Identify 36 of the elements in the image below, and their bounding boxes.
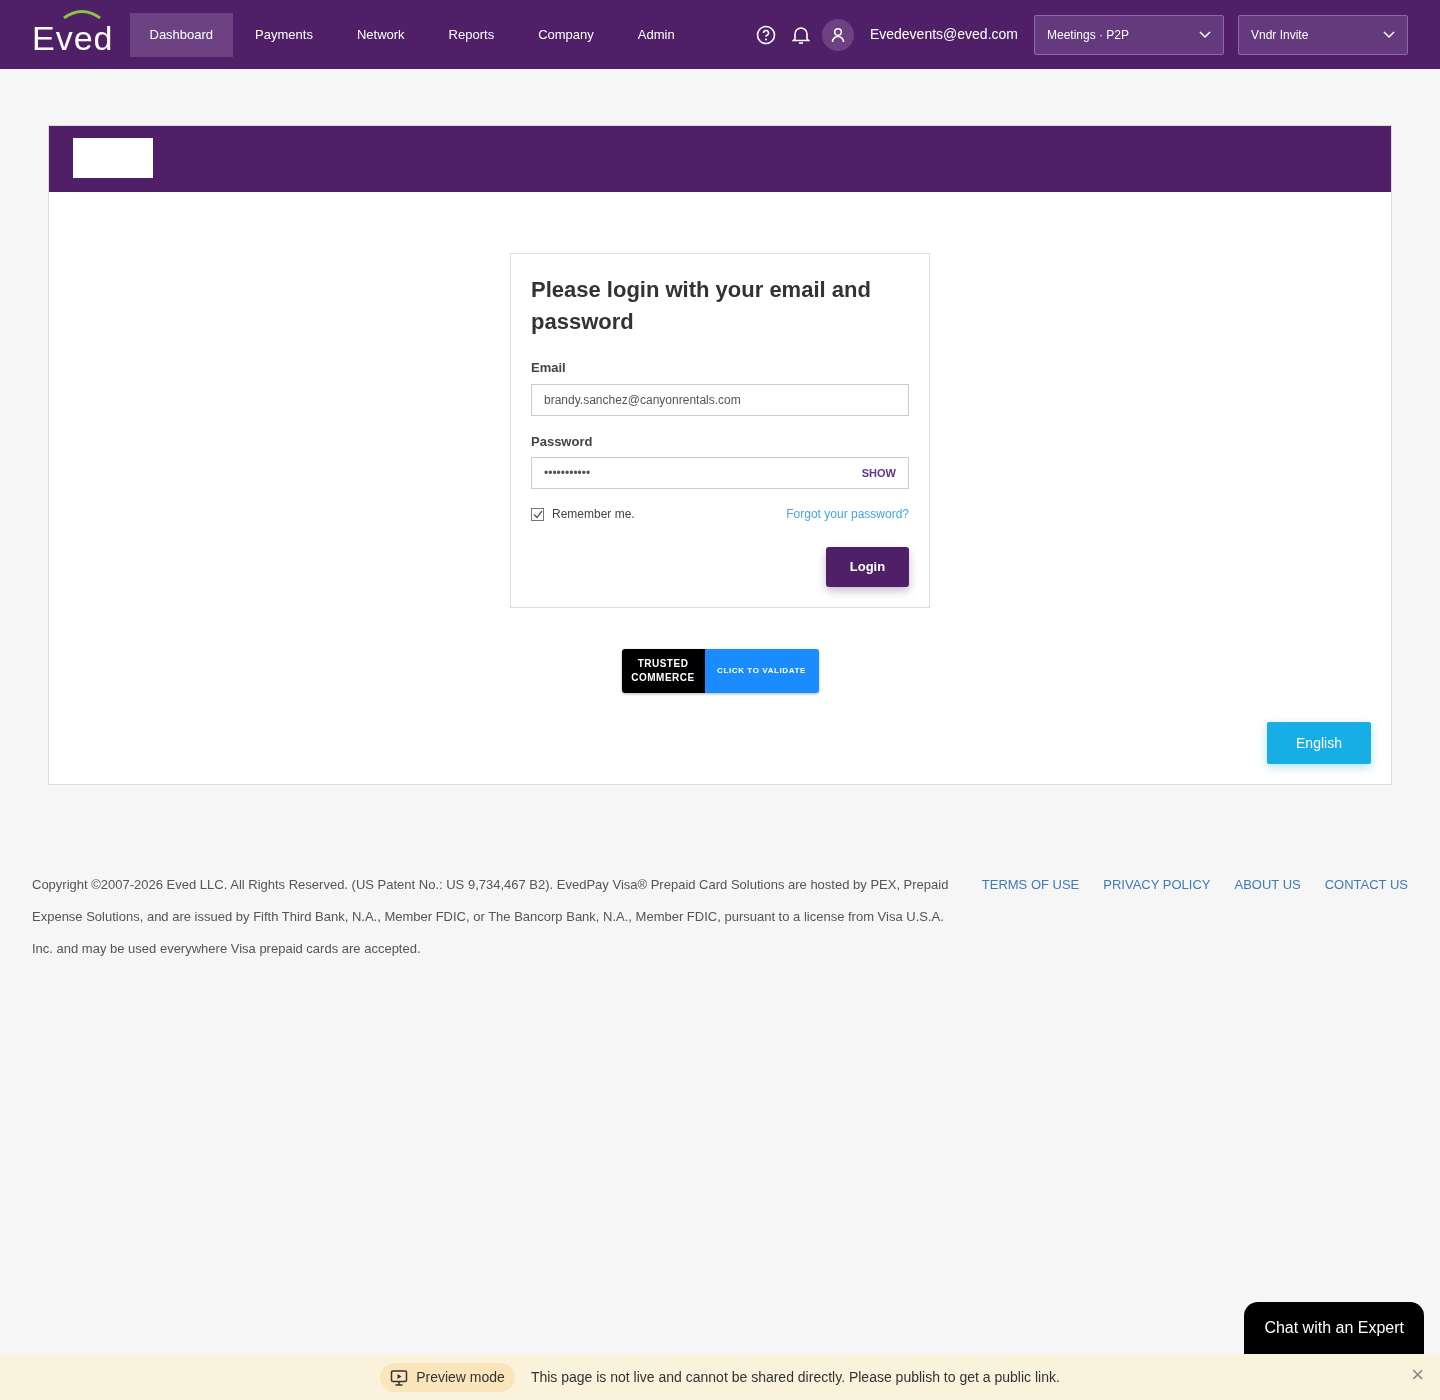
remember-checkbox[interactable] xyxy=(531,507,544,521)
preview-mode-badge: Preview mode xyxy=(380,1363,515,1392)
chevron-icon xyxy=(1199,30,1211,39)
show-password-link[interactable]: SHOW xyxy=(861,464,896,482)
monitor-icon xyxy=(390,1368,409,1387)
badge-label: COMMERCE xyxy=(631,671,695,685)
badge-label: TRUSTED xyxy=(637,657,689,671)
footer-link[interactable]: PRIVACY POLICY xyxy=(1103,869,1211,901)
login-title: Please login with your email and password xyxy=(531,276,872,336)
password-label: Password xyxy=(531,432,594,451)
footer-link[interactable]: TERMS OF USE xyxy=(981,869,1080,901)
user-icon xyxy=(830,26,845,43)
bell-icon[interactable] xyxy=(791,24,810,45)
nav-tab[interactable]: Reports xyxy=(426,12,517,57)
help-icon[interactable] xyxy=(755,24,776,45)
dropdown-select[interactable]: Vndr Invite xyxy=(1238,14,1408,55)
dropdown-select[interactable]: Meetings · P2P xyxy=(1034,14,1224,55)
preview-message: This page is not live and cannot be shared directly. Please publish to get a public link. xyxy=(530,1368,1060,1387)
user-email: Evedevents@eved.com xyxy=(869,25,1018,44)
chevron-icon xyxy=(1383,30,1395,39)
nav-tab[interactable]: Admin xyxy=(615,12,697,57)
copyright-text: Copyright ©2007-2026 Eved LLC. All Rights Reserved. (US Patent No.: US 9,734,467 B2). EvedPay Visa® Prepaid Card Solutions are hosted by PEX, Prepaid Expense Solutions, and are issued by Fifth Third Bank, N.A., Member FDIC, or The Bancorp Bank, N.A., Member FDIC, pursuant to a license from Visa U.S.A. Inc. and may be used everywhere Visa prepaid cards are accepted. xyxy=(32,876,950,958)
nav-tab[interactable]: Payments xyxy=(233,12,335,57)
password-field[interactable]: ••••••••••• SHOW xyxy=(531,457,909,489)
login-button[interactable]: Login xyxy=(826,547,909,587)
nav-tab[interactable]: Dashboard xyxy=(129,12,234,57)
footer-link[interactable]: CONTACT US xyxy=(1324,869,1408,901)
trust-badge[interactable]: TRUSTED COMMERCE CLICK TO VALIDATE xyxy=(621,649,819,693)
chat-button[interactable]: Chat with an Expert xyxy=(1244,1302,1424,1354)
footer-link[interactable]: ABOUT US xyxy=(1234,869,1301,901)
remember-label: Remember me. xyxy=(552,506,635,523)
email-field[interactable]: brandy.sanchez@canyonrentals.com xyxy=(531,383,909,416)
nav-tab[interactable]: Network xyxy=(334,12,427,57)
nav-tab[interactable]: Company xyxy=(516,12,616,57)
email-label: Email xyxy=(531,359,567,377)
avatar-button[interactable] xyxy=(821,18,854,51)
